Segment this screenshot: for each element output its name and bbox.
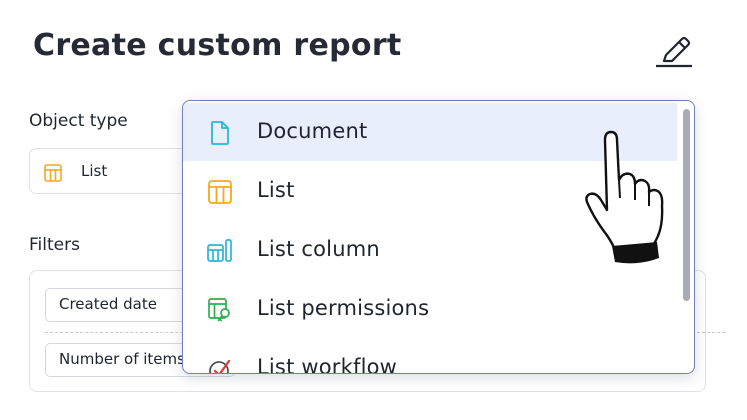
option-label: Document: [257, 119, 368, 143]
object-type-label: Object type: [29, 111, 128, 131]
list-workflow-icon: [209, 359, 231, 373]
list-icon: [44, 164, 62, 182]
list-permissions-icon: [208, 298, 230, 322]
option-label: List permissions: [257, 296, 430, 320]
list-icon: [208, 180, 232, 204]
pencil-edit-icon[interactable]: [654, 34, 694, 70]
option-list-permissions[interactable]: List permissions: [183, 280, 677, 338]
list-column-icon: [207, 239, 232, 262]
option-label: List: [257, 178, 295, 202]
option-label: List workflow: [257, 355, 398, 374]
pointing-hand-cursor-icon: [585, 130, 664, 264]
option-label: List column: [257, 237, 380, 261]
dropdown-scrollbar[interactable]: [683, 109, 690, 301]
filters-label: Filters: [29, 235, 80, 255]
object-type-value: List: [81, 162, 108, 180]
document-icon: [211, 121, 229, 145]
option-list-workflow[interactable]: List workflow: [183, 339, 677, 374]
page-title: Create custom report: [33, 28, 402, 63]
